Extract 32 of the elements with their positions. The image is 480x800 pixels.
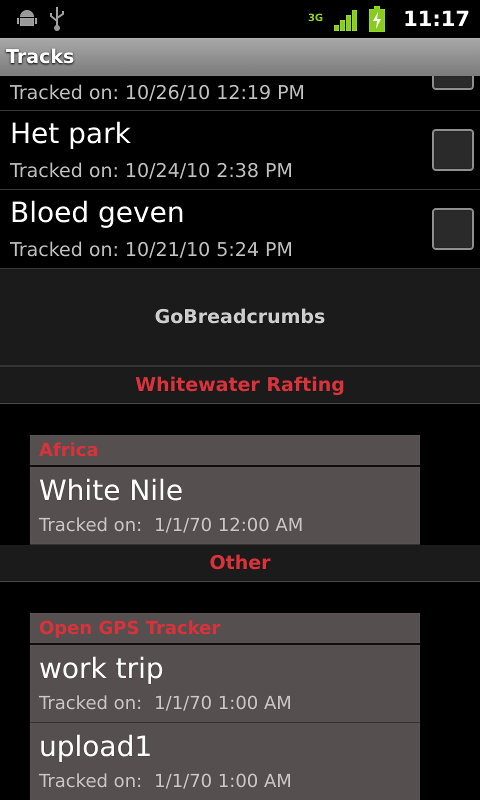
track-date: Tracked on: 10/24/10 2:38 PM <box>10 160 294 182</box>
battery-charging-icon <box>369 6 386 32</box>
checkbox[interactable] <box>432 129 474 171</box>
checkbox[interactable] <box>432 208 474 250</box>
track-name: work trip <box>39 653 165 685</box>
signal-icon <box>333 7 360 31</box>
banner-text: GoBreadcrumbs <box>154 306 326 328</box>
section-title: Other <box>209 552 271 574</box>
track-name: Het park <box>10 118 132 150</box>
source-title: Open GPS Tracker <box>39 618 220 638</box>
track-row[interactable]: Tracked on: 10/26/10 12:19 PM <box>0 76 480 111</box>
track-name: upload1 <box>39 731 154 763</box>
track-name: White Nile <box>39 475 184 507</box>
screen-title: Tracks <box>6 46 74 68</box>
tracked-label: Tracked on: <box>39 693 142 714</box>
tracked-label: Tracked on: <box>39 771 142 792</box>
track-item[interactable]: upload1 Tracked on: 1/1/70 1:00 AM <box>30 723 420 800</box>
checkbox[interactable] <box>432 76 474 90</box>
track-item[interactable]: work trip Tracked on: 1/1/70 1:00 AM <box>30 645 420 723</box>
track-date: Tracked on: 10/26/10 12:19 PM <box>10 82 306 104</box>
track-date: 1/1/70 1:00 AM <box>154 693 292 714</box>
track-date: 1/1/70 1:00 AM <box>154 771 292 792</box>
tracked-label: Tracked on: <box>39 515 142 536</box>
network-type: 3G <box>308 14 324 24</box>
section-title: Whitewater Rafting <box>135 374 345 396</box>
track-date: Tracked on: 10/21/10 5:24 PM <box>10 239 294 261</box>
track-name: Bloed geven <box>10 197 186 229</box>
track-row[interactable]: Het park Tracked on: 10/24/10 2:38 PM <box>0 111 480 190</box>
source-title: Africa <box>39 440 99 460</box>
usb-icon <box>48 6 66 32</box>
track-date: 1/1/70 12:00 AM <box>154 515 304 536</box>
clock: 11:17 <box>403 7 470 31</box>
